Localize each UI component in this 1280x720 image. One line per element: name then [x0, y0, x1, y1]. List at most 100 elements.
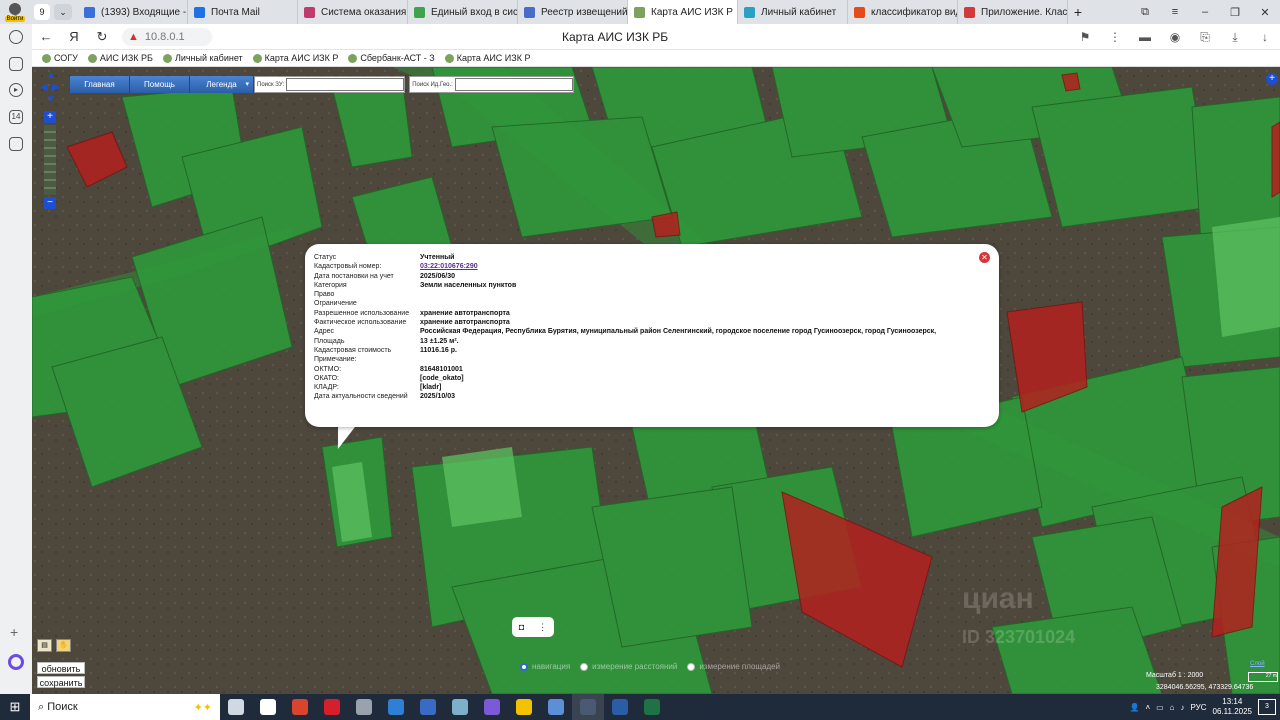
- camera-icon[interactable]: ◘: [519, 622, 524, 632]
- tab-8[interactable]: Приложение. Класс: [958, 0, 1068, 24]
- taskbar-app-installer[interactable]: [540, 694, 572, 720]
- attribute-row: Кадастровый номер: 03:22:010676:290: [314, 262, 984, 271]
- map-view[interactable]: ▲ ◀ ▶ ▼ + − Главная Помощь Легенда ▾ Пои…: [32, 67, 1280, 694]
- tab-count-badge[interactable]: 9: [34, 4, 50, 20]
- taskbar-app-app-red[interactable]: [316, 694, 348, 720]
- tab-5[interactable]: Карта АИС ИЗК Р✕: [628, 0, 738, 24]
- maximize-button[interactable]: ❐: [1220, 6, 1250, 19]
- more-icon[interactable]: ⋮: [1100, 30, 1130, 44]
- search-zu-input[interactable]: [286, 78, 405, 91]
- battery-icon[interactable]: ▭: [1156, 703, 1164, 712]
- radio-area[interactable]: [687, 662, 696, 671]
- user-icon[interactable]: 👤: [1129, 703, 1139, 712]
- add-panel-icon[interactable]: +: [10, 624, 18, 640]
- taskbar-app-app-gray[interactable]: [348, 694, 380, 720]
- bookmark-item[interactable]: Карта АИС ИЗК Р: [252, 53, 338, 63]
- search-id-input[interactable]: [454, 78, 573, 91]
- pan-down-icon[interactable]: ▼: [46, 95, 56, 105]
- tray-chevron-icon[interactable]: ˄: [1145, 703, 1150, 712]
- bookmark-icon[interactable]: ⚑: [1070, 30, 1100, 44]
- save-button[interactable]: сохранить: [37, 676, 85, 688]
- pdf-icon: [292, 699, 308, 715]
- translate-icon[interactable]: ⎘: [1190, 30, 1220, 45]
- network-icon[interactable]: ⌂: [1170, 703, 1175, 712]
- mode-area[interactable]: измерение площадей: [687, 662, 780, 671]
- download-arrow-icon[interactable]: ↓: [1250, 30, 1280, 44]
- taskbar-app-viber[interactable]: [476, 694, 508, 720]
- bookmark-item[interactable]: Карта АИС ИЗК Р: [444, 53, 530, 63]
- pan-right-icon[interactable]: ▶: [52, 83, 60, 93]
- layer-link[interactable]: Слой: [1250, 661, 1265, 667]
- layers-tool-icon[interactable]: ▤: [37, 639, 52, 652]
- reload-button[interactable]: ↻: [88, 29, 116, 45]
- zoom-out-button[interactable]: −: [44, 197, 56, 209]
- tab-3[interactable]: Единый вход в сист: [408, 0, 518, 24]
- cadastral-number-link[interactable]: 03:22:010676:290: [420, 262, 478, 271]
- play-icon[interactable]: ▸: [9, 83, 23, 97]
- installer-icon: [548, 699, 564, 715]
- collections-icon[interactable]: ⧉: [1130, 6, 1160, 19]
- pan-left-icon[interactable]: ◀: [40, 83, 48, 93]
- extension-icon[interactable]: ◉: [1160, 30, 1190, 44]
- bookmarks-icon[interactable]: [9, 57, 23, 71]
- tab-6[interactable]: Личный кабинет: [738, 0, 848, 24]
- taskbar-app-word[interactable]: [604, 694, 636, 720]
- pan-control[interactable]: ▲ ◀ ▶ ▼: [40, 71, 60, 111]
- notifications-badge[interactable]: 3: [1258, 699, 1276, 715]
- close-button[interactable]: ✕: [1250, 6, 1280, 19]
- zoom-slider[interactable]: [44, 125, 56, 195]
- mode-distance[interactable]: измерение расстояний: [580, 662, 677, 671]
- reader-icon[interactable]: ▬: [1130, 30, 1160, 44]
- profile-button[interactable]: Войти: [0, 0, 30, 24]
- screenshot-icon[interactable]: [9, 137, 23, 151]
- taskbar-app-task-view[interactable]: [220, 694, 252, 720]
- bookmark-item[interactable]: Личный кабинет: [162, 53, 243, 63]
- zoom-in-button[interactable]: +: [44, 111, 56, 123]
- history-icon[interactable]: [9, 30, 23, 44]
- radio-navigation[interactable]: [520, 662, 528, 671]
- windows-start-icon[interactable]: ⊞: [0, 699, 30, 715]
- refresh-button[interactable]: обновить: [37, 662, 85, 674]
- pan-up-icon[interactable]: ▲: [46, 71, 56, 81]
- tab-2[interactable]: Система оказания г: [298, 0, 408, 24]
- yandex-icon[interactable]: Я: [60, 29, 88, 44]
- tab-1[interactable]: Почта Mail: [188, 0, 298, 24]
- tab-list-chevron-icon[interactable]: ⌄: [54, 4, 72, 20]
- calendar-badge[interactable]: 14: [9, 110, 23, 124]
- add-layer-button[interactable]: +: [1266, 73, 1278, 85]
- taskbar-search[interactable]: ⌕ Поиск ✦✦: [30, 694, 220, 720]
- taskbar-app-chrome[interactable]: [252, 694, 284, 720]
- taskbar-app-wheel[interactable]: [444, 694, 476, 720]
- taskbar-app-files[interactable]: [508, 694, 540, 720]
- hand-tool-icon[interactable]: ✋: [56, 639, 71, 652]
- new-tab-button[interactable]: +: [1068, 4, 1088, 20]
- mode-navigation-label: навигация: [532, 662, 571, 671]
- radio-distance[interactable]: [580, 662, 589, 671]
- tab-4[interactable]: Реестр извещений: [518, 0, 628, 24]
- taskbar-app-paint[interactable]: [412, 694, 444, 720]
- attribute-key: Ограничение: [314, 300, 357, 308]
- volume-icon[interactable]: ♪: [1181, 703, 1185, 712]
- bookmark-item[interactable]: СОГУ: [42, 53, 78, 63]
- home-button[interactable]: Главная: [70, 76, 130, 93]
- tab-7[interactable]: классификатор вид: [848, 0, 958, 24]
- taskbar-app-excel[interactable]: [636, 694, 668, 720]
- language-indicator[interactable]: РУС: [1191, 703, 1207, 712]
- address-field[interactable]: ▲ 10.8.0.1: [122, 27, 212, 46]
- bookmark-item[interactable]: АИС ИЗК РБ: [87, 53, 153, 63]
- help-button[interactable]: Помощь: [130, 76, 190, 93]
- more-icon[interactable]: ⋮: [538, 622, 547, 633]
- minimize-button[interactable]: –: [1190, 6, 1220, 18]
- back-button[interactable]: ←: [32, 29, 60, 44]
- taskbar-app-pdf[interactable]: [284, 694, 316, 720]
- downloads-icon[interactable]: ⤓: [1220, 30, 1250, 45]
- legend-button[interactable]: Легенда ▾: [190, 76, 254, 93]
- tab-0[interactable]: (1393) Входящие - П: [78, 0, 188, 24]
- taskbar-app-yandex[interactable]: [572, 694, 604, 720]
- mode-navigation[interactable]: навигация: [520, 662, 570, 671]
- clock[interactable]: 13:14 06.11.2025: [1213, 697, 1252, 717]
- bookmark-item[interactable]: Сбербанк-АСТ - З: [348, 53, 435, 63]
- menu-icon[interactable]: ≡: [1160, 6, 1190, 18]
- alice-assistant-icon[interactable]: [8, 654, 24, 670]
- taskbar-app-screen[interactable]: [380, 694, 412, 720]
